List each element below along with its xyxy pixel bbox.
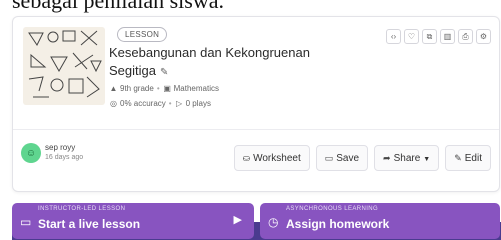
target-icon: ◎ bbox=[110, 99, 117, 108]
worksheet-button-label: Worksheet bbox=[253, 153, 301, 164]
accuracy-label: 0% accuracy bbox=[120, 99, 166, 108]
share-button-label: Share bbox=[393, 153, 421, 164]
lesson-card: LESSON Kesebangunan dan Kekongruenan Seg… bbox=[12, 16, 500, 192]
lesson-actions: ⛀ Worksheet ▭ Save ➦ Share ▼ ✎ Edit bbox=[233, 145, 491, 171]
save-button[interactable]: ▭ Save bbox=[315, 145, 369, 171]
lesson-meta-stats: ◎ 0% accuracy • ▷ 0 plays bbox=[109, 99, 211, 108]
trash-icon[interactable]: ▥ bbox=[440, 29, 455, 44]
lesson-title-text: Kesebangunan dan Kekongruenan Segitiga bbox=[109, 45, 310, 78]
lesson-title[interactable]: Kesebangunan dan Kekongruenan Segitiga ✎ bbox=[109, 44, 329, 82]
avatar[interactable]: ☺ bbox=[21, 143, 41, 163]
homework-label: Assign homework bbox=[286, 217, 390, 231]
book-icon: ▣ bbox=[163, 84, 171, 93]
lesson-type-badge: LESSON bbox=[117, 27, 168, 42]
settings-icon[interactable]: ⚙ bbox=[476, 29, 491, 44]
author-timestamp: 16 days ago bbox=[45, 154, 84, 161]
graduation-cap-icon: ▲ bbox=[109, 84, 118, 93]
clock-icon: ◷ bbox=[268, 215, 279, 229]
homework-kicker: ASYNCHRONOUS LEARNING bbox=[286, 206, 379, 212]
subject-label: Mathematics bbox=[173, 84, 219, 93]
document-text-line: sebagai penilaian siswa. bbox=[12, 0, 224, 13]
lesson-meta-grade-subject: ▲ 9th grade • ▣ Mathematics bbox=[109, 84, 219, 93]
lesson-icon-toolbar: ‹› ♡ ⧉ ▥ ⎙ ⚙ bbox=[386, 29, 491, 44]
folder-icon: ▭ bbox=[324, 153, 334, 163]
share-button[interactable]: ➦ Share ▼ bbox=[374, 145, 440, 171]
live-lesson-label: Start a live lesson bbox=[38, 217, 141, 231]
edit-button[interactable]: ✎ Edit bbox=[445, 145, 491, 171]
edit-button-label: Edit bbox=[464, 153, 482, 164]
separator-dot: • bbox=[168, 99, 172, 108]
assign-homework-button[interactable]: ◷ ASYNCHRONOUS LEARNING Assign homework bbox=[260, 203, 500, 239]
chevron-down-icon: ▼ bbox=[423, 156, 431, 163]
edit-icon: ✎ bbox=[454, 153, 462, 163]
live-lesson-kicker: INSTRUCTOR-LED LESSON bbox=[38, 206, 126, 212]
worksheet-button[interactable]: ⛀ Worksheet bbox=[233, 145, 310, 171]
plays-label: 0 plays bbox=[185, 99, 211, 108]
lesson-thumbnail[interactable] bbox=[23, 27, 105, 105]
separator-dot: • bbox=[156, 84, 160, 93]
worksheet-icon: ⛀ bbox=[242, 153, 251, 163]
start-live-lesson-button[interactable]: ▭ INSTRUCTOR-LED LESSON Start a live les… bbox=[12, 203, 254, 239]
author-name[interactable]: sep royy bbox=[45, 143, 83, 153]
play-icon: ▷ bbox=[176, 99, 183, 108]
chevron-right-icon: ▶ bbox=[233, 214, 242, 226]
presentation-icon: ▭ bbox=[20, 215, 32, 229]
save-button-label: Save bbox=[336, 153, 360, 164]
copy-icon[interactable]: ⧉ bbox=[422, 29, 437, 44]
edit-pencil-icon[interactable]: ✎ bbox=[160, 67, 168, 78]
print-icon[interactable]: ⎙ bbox=[458, 29, 473, 44]
author-info: ☺ sep royy 16 days ago bbox=[21, 143, 83, 163]
embed-icon[interactable]: ‹› bbox=[386, 29, 401, 44]
card-divider bbox=[13, 129, 499, 130]
grade-label: 9th grade bbox=[120, 84, 154, 93]
share-arrow-icon: ➦ bbox=[383, 153, 391, 163]
geometry-sketch-image bbox=[28, 30, 102, 98]
heart-icon[interactable]: ♡ bbox=[404, 29, 419, 44]
